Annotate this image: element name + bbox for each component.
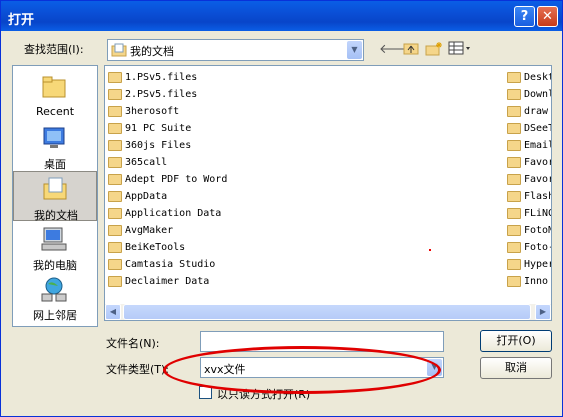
my-documents-icon (43, 177, 67, 200)
title-bar[interactable]: 打开 ? ✕ (1, 1, 562, 31)
list-item[interactable]: Flash (507, 188, 551, 205)
open-dialog: 打开 ? ✕ 查找范围(I): 我的文档 ▼ 🡐 Recent 桌面 我的文档 (0, 0, 563, 417)
folder-icon (507, 241, 521, 253)
list-item[interactable]: Email (507, 137, 551, 154)
place-my-computer[interactable]: 我的电脑 (13, 222, 97, 272)
folder-icon (507, 156, 521, 168)
look-in-value: 我的文档 (130, 45, 174, 58)
back-icon[interactable]: 🡐 (379, 41, 414, 58)
folder-icon (108, 241, 122, 253)
scroll-thumb[interactable] (123, 304, 531, 320)
recent-folder-icon (42, 76, 66, 98)
folder-icon (108, 224, 122, 236)
list-item[interactable]: 365call (108, 154, 167, 171)
red-annotation-ellipse (163, 346, 441, 394)
folder-icon (108, 275, 122, 287)
folder-icon (507, 224, 521, 236)
list-item[interactable]: Favor (507, 154, 551, 171)
folder-icon (108, 156, 122, 168)
chevron-down-icon[interactable]: ▼ (347, 41, 362, 59)
folder-icon (108, 173, 122, 185)
list-item[interactable]: AvgMaker (108, 222, 173, 239)
list-item[interactable]: DSeeT (507, 120, 551, 137)
list-item[interactable]: 360js Files (108, 137, 191, 154)
list-item[interactable]: Hyper (507, 256, 551, 273)
filename-label: 文件名(N): (106, 337, 160, 350)
list-item[interactable]: draw (507, 103, 548, 120)
open-button[interactable]: 打开(O) (480, 330, 552, 352)
place-recent[interactable]: Recent (13, 70, 97, 120)
network-places-icon (41, 277, 67, 302)
scroll-left-icon[interactable]: ◀ (105, 304, 121, 320)
list-item[interactable]: Declaimer Data (108, 273, 209, 290)
list-item[interactable]: FLiNG (507, 205, 551, 222)
list-item[interactable]: FotoM (507, 222, 551, 239)
folder-icon (108, 139, 122, 151)
list-item[interactable]: Adept PDF to Word (108, 171, 227, 188)
filetype-label: 文件类型(T): (106, 363, 170, 376)
list-item[interactable]: 3herosoft (108, 103, 179, 120)
folder-icon (507, 71, 521, 83)
horizontal-scrollbar[interactable]: ◀ ▶ (105, 304, 551, 320)
list-item[interactable]: 1.PSv5.files (108, 69, 197, 86)
folder-icon (108, 122, 122, 134)
place-label: 我的电脑 (33, 259, 77, 272)
places-bar: Recent 桌面 我的文档 我的电脑 网上邻居 (12, 65, 98, 327)
folder-icon (507, 139, 521, 151)
new-folder-icon[interactable] (425, 41, 443, 58)
list-item[interactable]: Inno (507, 273, 548, 290)
list-item[interactable]: Application Data (108, 205, 221, 222)
folder-icon (507, 190, 521, 202)
folder-icon (507, 88, 521, 100)
list-item[interactable]: Deskt (507, 69, 551, 86)
folder-icon (507, 105, 521, 117)
list-item[interactable]: Camtasia Studio (108, 256, 215, 273)
place-label: 桌面 (44, 158, 66, 171)
up-folder-icon[interactable] (402, 41, 420, 58)
folder-icon (507, 207, 521, 219)
place-my-documents[interactable]: 我的文档 (13, 171, 97, 222)
file-list[interactable]: 1.PSv5.files 2.PSv5.files 3herosoft 91 P… (104, 65, 552, 321)
view-menu-icon[interactable] (448, 41, 472, 58)
list-item[interactable]: BeiKeTools (108, 239, 185, 256)
place-label: Recent (35, 105, 75, 118)
close-button[interactable]: ✕ (537, 6, 558, 27)
folder-icon (507, 173, 521, 185)
place-label: 我的文档 (34, 209, 78, 222)
look-in-label: 查找范围(I): (24, 43, 84, 56)
place-desktop[interactable]: 桌面 (13, 121, 97, 171)
list-item[interactable]: 2.PSv5.files (108, 86, 197, 103)
list-item[interactable]: Downl (507, 86, 551, 103)
my-computer-icon (41, 227, 67, 251)
folder-icon (108, 105, 122, 117)
folder-icon (507, 275, 521, 287)
place-network[interactable]: 网上邻居 (13, 272, 97, 322)
folder-icon (108, 71, 122, 83)
folder-icon (108, 258, 122, 270)
list-item[interactable]: Foto- (507, 239, 551, 256)
folder-icon (507, 122, 521, 134)
red-dot-marker (429, 249, 431, 251)
folder-icon (108, 190, 122, 202)
my-documents-small-icon (111, 43, 127, 57)
help-button[interactable]: ? (514, 6, 535, 27)
folder-icon (507, 258, 521, 270)
folder-icon (108, 207, 122, 219)
scroll-right-icon[interactable]: ▶ (535, 304, 551, 320)
list-item[interactable]: Favor (507, 171, 551, 188)
desktop-icon (43, 127, 65, 148)
folder-icon (108, 88, 122, 100)
look-in-dropdown[interactable]: 我的文档 ▼ (107, 39, 364, 61)
place-label: 网上邻居 (33, 309, 77, 322)
list-item[interactable]: AppData (108, 188, 167, 205)
cancel-button[interactable]: 取消 (480, 357, 552, 379)
list-item[interactable]: 91 PC Suite (108, 120, 191, 137)
dialog-title: 打开 (8, 13, 35, 28)
